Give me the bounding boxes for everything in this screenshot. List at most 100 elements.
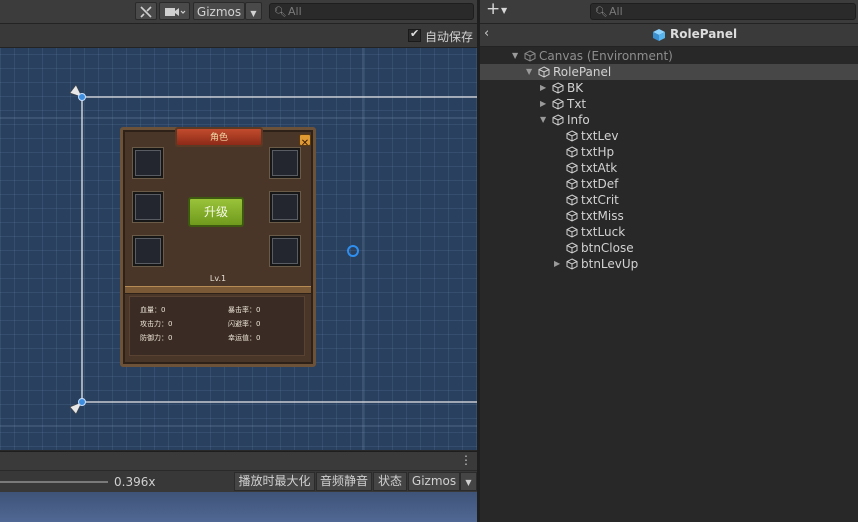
gizmos-dropdown-button[interactable]: ▼ [245,2,262,20]
upgrade-button-label: 升级 [203,205,228,219]
game-toolbar: 0.396x 播放时最大化 音频静音 状态 Gizmos ▼ [0,470,478,494]
gameobject-cube-icon [552,82,564,94]
scale-slider[interactable] [0,481,108,483]
more-options-icon[interactable]: ⋮ [460,453,472,467]
back-arrow-icon[interactable]: ‹ [484,26,489,41]
hierarchy-row[interactable]: txtLuck [480,224,858,240]
hierarchy-row-label: txtLev [581,129,619,143]
hierarchy-search-input[interactable]: 🔍︎ All [590,3,856,20]
hierarchy-row-label: txtMiss [581,209,624,223]
hierarchy-row[interactable]: btnClose [480,240,858,256]
tools-icon [140,6,152,18]
equip-slot-left-3[interactable] [133,236,163,266]
hierarchy-row[interactable]: ▼ Info [480,112,858,128]
stat-hp: 血量：0 [140,306,166,314]
prefab-cube-icon [653,29,665,41]
equip-slot-left-2[interactable] [133,192,163,222]
hierarchy-row-label: btnLevUp [581,257,639,271]
camera-icon [164,8,185,16]
hierarchy-search-placeholder: All [609,5,623,18]
hierarchy-row[interactable]: ▶ btnLevUp [480,256,858,272]
scene-search-input[interactable]: 🔍︎ All [269,3,474,20]
gameobject-cube-icon [552,114,564,126]
stat-def: 防御力：0 [140,334,173,342]
gameobject-cube-icon [538,66,550,78]
hierarchy-row[interactable]: txtMiss [480,208,858,224]
hierarchy-row[interactable]: txtLev [480,128,858,144]
hierarchy-row-label: RolePanel [553,65,612,79]
hierarchy-row[interactable]: ▶ BK [480,80,858,96]
level-text: Lv.1 [209,274,227,283]
gameobject-cube-icon [566,210,578,222]
hierarchy-row[interactable]: txtAtk [480,160,858,176]
stat-luck: 幸运值：0 [228,334,261,342]
hierarchy-row-label: txtCrit [581,193,619,207]
gameobject-cube-icon [566,258,578,270]
equip-slot-right-2[interactable] [270,192,300,222]
hierarchy-row[interactable]: ▼ Canvas (Environment) [480,48,858,64]
rect-handle-bottom[interactable] [78,398,86,406]
stats-box: 血量：0 暴击率：0 攻击力：0 闪避率：0 防御力：0 幸运值：0 [129,296,305,356]
hierarchy-row[interactable]: ▼ RolePanel [480,64,858,80]
prefab-header: ‹ RolePanel [480,24,858,47]
gameobject-cube-icon [566,146,578,158]
game-gizmos-dropdown[interactable]: ▼ [460,472,477,491]
role-panel-title-bar: 角色 [175,127,263,147]
check-icon: ✔ [410,27,420,40]
add-object-button[interactable]: + ▼ [484,0,512,20]
pivot-handle[interactable] [347,245,359,257]
stats-button[interactable]: 状态 [373,472,407,491]
game-view[interactable] [0,492,478,522]
gameobject-cube-icon [552,98,564,110]
scene-toolbar: Gizmos ▼ 🔍︎ All [0,0,478,24]
chevron-down-icon: ▼ [465,478,472,487]
close-button[interactable]: ✕ [299,134,311,149]
search-icon: 🔍︎ [595,7,608,18]
prefab-title: RolePanel [670,27,738,41]
gameobject-cube-icon [566,242,578,254]
search-icon: 🔍︎ [274,7,287,18]
hierarchy-row[interactable]: txtDef [480,176,858,192]
scene-view[interactable]: 角色 ✕ 升级 Lv.1 血量：0 暴击率：0 攻击力：0 闪避率：0 防御力：… [0,48,477,450]
hierarchy-row-label: txtLuck [581,225,626,239]
hierarchy-row-label: txtAtk [581,161,618,175]
rect-handle-top[interactable] [78,93,86,101]
upgrade-button[interactable]: 升级 [188,197,244,227]
hierarchy-tree: ▼ Canvas (Environment) ▼ RolePanel ▶ BK ▶ Txt ▼ I… [480,47,858,522]
maximize-on-play-button[interactable]: 播放时最大化 [234,472,315,491]
expanded-arrow-icon[interactable]: ▼ [512,48,518,64]
role-panel-title: 角色 [209,133,228,143]
equip-slot-left-1[interactable] [133,148,163,178]
hierarchy-row[interactable]: txtCrit [480,192,858,208]
hierarchy-row-label: Canvas (Environment) [539,49,673,63]
plus-icon: + [486,0,501,19]
hierarchy-row[interactable]: ▶ Txt [480,96,858,112]
expanded-arrow-icon[interactable]: ▼ [540,112,546,128]
equip-slot-right-3[interactable] [270,236,300,266]
camera-button[interactable] [159,2,190,20]
collapsed-arrow-icon[interactable]: ▶ [554,256,560,272]
gameobject-cube-icon [566,178,578,190]
equip-slot-right-1[interactable] [270,148,300,178]
scale-value: 0.396x [114,475,156,489]
role-panel-divider [125,286,311,294]
gizmos-button[interactable]: Gizmos [193,2,245,20]
stat-crit: 暴击率：0 [228,306,261,314]
hierarchy-toolbar: + ▼ 🔍︎ All [480,0,858,24]
collapsed-arrow-icon[interactable]: ▶ [540,96,546,112]
chevron-down-icon: ▼ [501,6,508,15]
expanded-arrow-icon[interactable]: ▼ [526,64,532,80]
gameobject-cube-icon [566,162,578,174]
autosave-checkbox[interactable]: ✔ [408,27,421,42]
game-gizmos-button[interactable]: Gizmos [408,472,460,491]
autosave-label: 自动保存 [425,30,474,44]
chevron-down-icon: ▼ [250,9,257,18]
hierarchy-row-label: txtDef [581,177,619,191]
collapsed-arrow-icon[interactable]: ▶ [540,80,546,96]
mute-audio-button[interactable]: 音频静音 [316,472,372,491]
hierarchy-row-label: txtHp [581,145,615,159]
tools-button[interactable] [135,2,157,20]
stat-miss: 闪避率：0 [228,320,261,328]
hierarchy-row[interactable]: txtHp [480,144,858,160]
gameobject-cube-icon [566,130,578,142]
